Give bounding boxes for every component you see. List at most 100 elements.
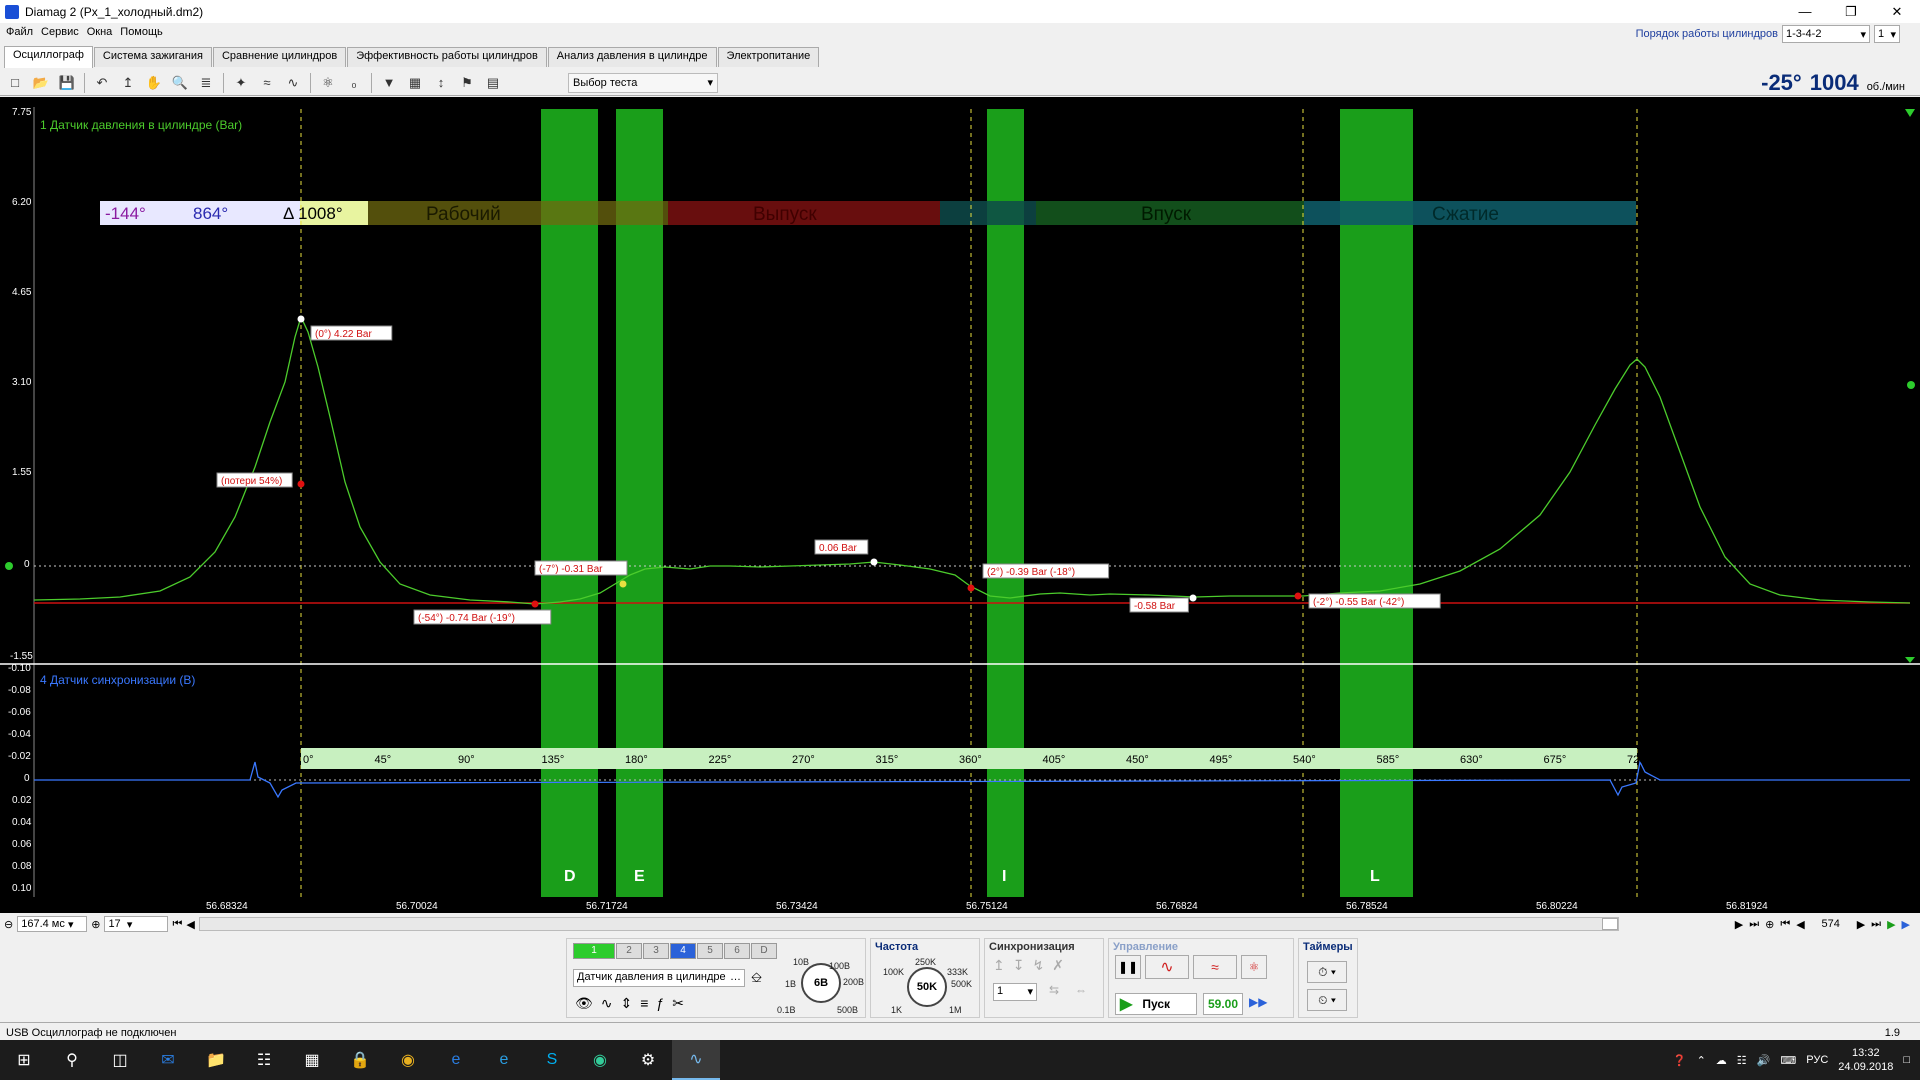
app-green-icon[interactable]: ◉ <box>576 1040 624 1080</box>
frequency-dial[interactable]: 50K <box>907 967 947 1007</box>
network-icon[interactable]: ☷ <box>1737 1054 1747 1067</box>
windows-start-icon[interactable]: ⊞ <box>0 1040 48 1080</box>
end-icon[interactable]: ⏭ <box>1871 918 1881 931</box>
zoom-icon[interactable]: 🔍 <box>169 72 191 94</box>
arrows-icon[interactable]: ↕ <box>430 72 452 94</box>
auto-icon[interactable]: ⚛ <box>317 72 339 94</box>
diamag-icon[interactable]: ∿ <box>672 1040 720 1080</box>
keepass-icon[interactable]: 🔒 <box>336 1040 384 1080</box>
stopwatch-icon[interactable]: ⏲ ▾ <box>1307 989 1347 1011</box>
tdc-point[interactable] <box>967 584 975 592</box>
channel-3-button[interactable]: 3 <box>643 943 669 959</box>
menu-file[interactable]: Файл <box>6 26 33 44</box>
ch1-right-marker[interactable] <box>1907 381 1915 389</box>
zero-icon[interactable]: ₀ <box>343 72 365 94</box>
report-icon[interactable]: ▤ <box>482 72 504 94</box>
scissors-icon[interactable]: ✂ <box>672 995 684 1012</box>
intake-min-point[interactable] <box>1189 594 1197 602</box>
skype-icon[interactable]: S <box>528 1040 576 1080</box>
tab-oscilloscope[interactable]: Осциллограф <box>4 46 93 68</box>
start-button[interactable]: ▶ Пуск <box>1115 993 1197 1015</box>
evo-point[interactable] <box>619 580 627 588</box>
timebase-select[interactable]: 167.4 мс ▾ <box>17 916 88 932</box>
explorer-icon[interactable]: 📁 <box>192 1040 240 1080</box>
scope-canvas[interactable]: 7.75 6.20 4.65 3.10 1.55 0 -1.55 -0.10 -… <box>0 97 1920 897</box>
cloud-icon[interactable]: ☁ <box>1716 1054 1727 1067</box>
tab-ignition[interactable]: Система зажигания <box>93 47 212 67</box>
sync-merge-icon[interactable]: ⇔ <box>1075 983 1087 997</box>
timer-icon[interactable]: ⏱ ▾ <box>1307 961 1347 983</box>
play-icon[interactable]: ▶ <box>1887 918 1895 931</box>
table-icon[interactable]: ▦ <box>404 72 426 94</box>
channel-6-button[interactable]: 6 <box>724 943 750 959</box>
sync-level-icon[interactable]: ⇆ <box>1049 983 1059 997</box>
keyboard-icon[interactable]: ⌨ <box>1780 1054 1796 1067</box>
loss-point[interactable] <box>297 480 305 488</box>
test-select[interactable]: Выбор теста ▾ <box>568 72 718 93</box>
channel-2-button[interactable]: 2 <box>616 943 642 959</box>
sensor-select[interactable]: Датчик давления в цилиндре… <box>573 969 745 987</box>
scroll-thumb[interactable] <box>1601 918 1618 930</box>
edge-icon[interactable]: e <box>432 1040 480 1080</box>
next-icon[interactable]: ▶ <box>1735 918 1743 931</box>
pause-icon[interactable]: ❚❚ <box>1115 955 1141 979</box>
volume-icon[interactable]: 🔊 <box>1757 1054 1771 1067</box>
notifications-icon[interactable]: □ <box>1903 1054 1910 1066</box>
forward-icon[interactable]: ▶ <box>1857 918 1865 931</box>
waveform-icon[interactable]: ≈ <box>256 72 278 94</box>
channel-4-button[interactable]: 4 <box>670 943 696 959</box>
tab-cylinder-efficiency[interactable]: Эффективность работы цилиндров <box>347 47 547 67</box>
ch1-top-marker[interactable] <box>1905 109 1915 117</box>
marker-icon[interactable]: ✦ <box>230 72 252 94</box>
menu-service[interactable]: Сервис <box>41 26 79 44</box>
sine-icon[interactable]: ∿ <box>1145 955 1189 979</box>
open-folder-icon[interactable]: 📂 <box>30 72 52 94</box>
calculator-icon[interactable]: ▦ <box>288 1040 336 1080</box>
first-frame-icon[interactable]: ⏮ <box>172 918 182 931</box>
zoom-out-icon[interactable]: ⊖ <box>4 918 13 931</box>
cursor-icon[interactable]: ↥ <box>117 72 139 94</box>
channel-1-button[interactable]: 1 <box>573 943 615 959</box>
samples-select[interactable]: 17 ▾ <box>104 916 169 932</box>
add-marker-icon[interactable]: ⊕ <box>1765 918 1774 931</box>
search-icon[interactable]: ⚲ <box>48 1040 96 1080</box>
ie-icon[interactable]: e <box>480 1040 528 1080</box>
sync-fall-icon[interactable]: ↧ <box>1013 957 1025 974</box>
scroll-track[interactable] <box>198 917 1619 931</box>
cylinder-select[interactable]: 1 ▾ <box>1874 25 1900 43</box>
minimize-icon[interactable]: — <box>1782 0 1828 23</box>
close-icon[interactable]: ✕ <box>1874 0 1920 23</box>
bdc-point[interactable] <box>1294 592 1302 600</box>
tab-power[interactable]: Электропитание <box>717 47 820 67</box>
noise-icon[interactable]: ≈ <box>1193 955 1237 979</box>
play-blue-icon[interactable]: ▶ <box>1902 918 1910 931</box>
tray-expand-icon[interactable]: ⌃ <box>1697 1054 1706 1067</box>
overlay-icon[interactable]: ∿ <box>282 72 304 94</box>
peak-point[interactable] <box>297 315 305 323</box>
target-icon[interactable]: ⊕ <box>91 918 100 931</box>
language-indicator[interactable]: РУС <box>1806 1054 1828 1066</box>
exhaust-peak-point[interactable] <box>870 558 878 566</box>
back-icon[interactable]: ◀ <box>1796 918 1804 931</box>
tab-cylinder-compare[interactable]: Сравнение цилиндров <box>212 47 347 67</box>
funnel-icon[interactable]: ▼ <box>378 72 400 94</box>
new-file-icon[interactable]: □ <box>4 72 26 94</box>
menu-help[interactable]: Помощь <box>120 26 163 44</box>
function-icon[interactable]: ƒ <box>656 995 664 1012</box>
wave-icon[interactable]: ∿ <box>601 995 613 1012</box>
help-icon[interactable]: ❓ <box>1673 1054 1687 1067</box>
last-icon[interactable]: ⏭ <box>1749 918 1759 931</box>
rewind-icon[interactable]: ⏮ <box>1780 918 1790 931</box>
oscilloscope-view[interactable]: 7.75 6.20 4.65 3.10 1.55 0 -1.55 -0.10 -… <box>0 97 1920 897</box>
eye-icon[interactable]: 👁 <box>575 995 593 1012</box>
channel-5-button[interactable]: 5 <box>697 943 723 959</box>
lines-icon[interactable]: ≡ <box>640 995 648 1012</box>
outlook-icon[interactable]: ✉ <box>144 1040 192 1080</box>
app-tool-icon[interactable]: ⚙ <box>624 1040 672 1080</box>
min-point[interactable] <box>531 600 539 608</box>
auto-play-icon[interactable]: ▶▶ <box>1249 995 1267 1009</box>
prev-frame-icon[interactable]: ◀ <box>186 918 194 931</box>
sync-cross-icon[interactable]: ✗ <box>1052 957 1064 974</box>
sync-channel-select[interactable]: 1 ▾ <box>993 983 1037 1001</box>
channel-d-button[interactable]: D <box>751 943 777 959</box>
